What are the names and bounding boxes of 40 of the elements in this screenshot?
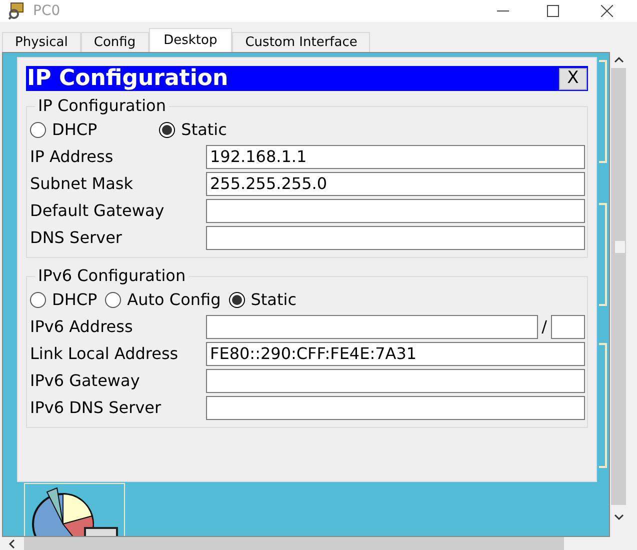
tab[interactable]: Physical xyxy=(2,32,81,52)
field-label: Default Gateway xyxy=(30,200,166,222)
window-title: PC0 xyxy=(33,2,60,20)
slash-separator: / xyxy=(542,316,547,338)
radio-button[interactable]: DHCP xyxy=(30,288,98,312)
tab[interactable]: Desktop xyxy=(148,28,232,52)
tab[interactable]: Custom Interface xyxy=(232,32,370,52)
app-tile[interactable] xyxy=(599,343,607,468)
radio-button[interactable]: Static xyxy=(159,118,227,142)
dialog-title: IP Configuration xyxy=(26,68,230,90)
field-label: IPv6 Address xyxy=(30,316,134,338)
scroll-left-icon[interactable] xyxy=(8,539,16,549)
prefix-field[interactable] xyxy=(551,314,585,338)
close-icon[interactable] xyxy=(601,5,613,17)
field-label: IP Address xyxy=(30,146,114,168)
maximize-icon[interactable] xyxy=(547,5,559,17)
input-field[interactable] xyxy=(206,226,585,250)
field-label: Link Local Address xyxy=(30,342,180,364)
scroll-up-icon[interactable] xyxy=(614,56,624,64)
tab[interactable]: Config xyxy=(80,32,149,52)
scroll-down-icon[interactable] xyxy=(614,513,624,521)
app-tile[interactable] xyxy=(599,60,607,163)
input-field[interactable] xyxy=(206,368,585,392)
field-label: DNS Server xyxy=(30,226,123,248)
close-button[interactable]: X xyxy=(559,68,587,90)
field-label: IPv6 DNS Server xyxy=(30,396,162,418)
field-label: IPv6 Gateway xyxy=(30,370,141,392)
input-field[interactable]: 255.255.255.0 xyxy=(206,172,585,196)
field-label: Subnet Mask xyxy=(30,172,134,194)
input-field[interactable]: FE80::290:CFF:FE4E:7A31 xyxy=(206,342,585,366)
radio-button[interactable]: DHCP xyxy=(30,118,98,142)
input-field[interactable]: 192.168.1.1 xyxy=(206,144,585,168)
group-legend: IPv6 Configuration xyxy=(35,266,189,286)
app-tile[interactable] xyxy=(599,203,607,306)
input-field[interactable] xyxy=(206,198,585,222)
input-field[interactable] xyxy=(206,396,585,420)
group-legend: IP Configuration xyxy=(35,96,169,116)
input-field[interactable] xyxy=(206,314,538,338)
radio-button[interactable]: Auto Config xyxy=(105,288,221,312)
radio-button[interactable]: Static xyxy=(228,288,296,312)
